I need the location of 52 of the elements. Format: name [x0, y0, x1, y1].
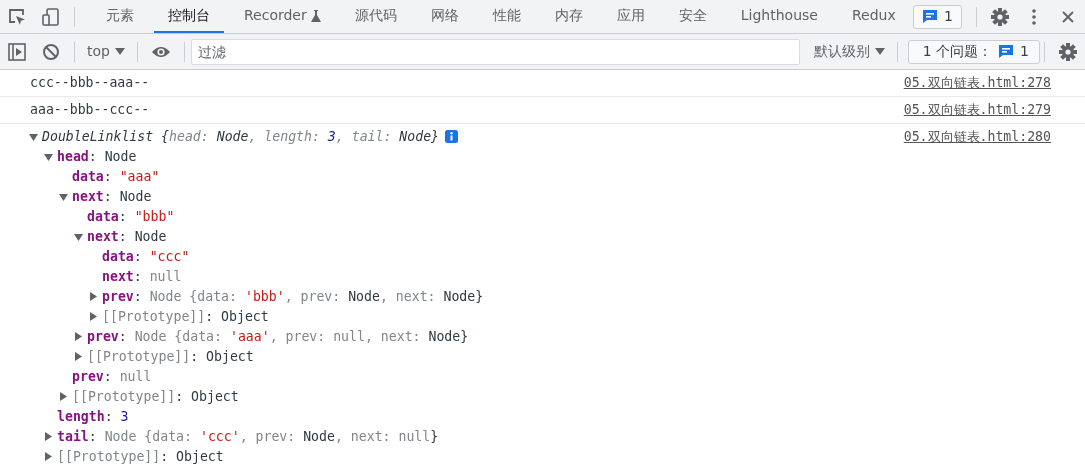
caret-icon: [114, 48, 125, 55]
message-icon: [922, 9, 939, 24]
property-line: next: Node: [87, 227, 167, 246]
message-icon: [998, 44, 1015, 59]
panel-tab[interactable]: 安全: [664, 0, 721, 33]
panel-tab[interactable]: 元素: [92, 0, 148, 33]
panel-tab[interactable]: 应用: [602, 0, 659, 33]
property-line: next: null: [102, 267, 182, 286]
property-line: [[Prototype]]: Object: [87, 347, 254, 366]
panel-tab[interactable]: Recorder: [230, 0, 335, 33]
property-line: [[Prototype]]: Object: [72, 387, 239, 406]
device-icon: [41, 7, 61, 27]
property-line: tail: Node {data: 'ccc', prev: Node, next: null}: [57, 427, 439, 446]
object-summary: DoubleLinklist {head: Node, length: 3, tail: Node}: [42, 127, 440, 146]
panel-tab[interactable]: 性能: [478, 0, 535, 33]
property-line: [[Prototype]]: Object: [57, 447, 224, 466]
source-link[interactable]: 05.双向链表.html:279: [903, 99, 1051, 120]
issues-button[interactable]: 1: [913, 4, 962, 29]
property-line: next: Node: [72, 187, 152, 206]
panel-tab[interactable]: Lighthouse: [726, 0, 832, 33]
log-level-dropdown[interactable]: 默认级别: [807, 41, 891, 62]
sidebar-icon: [8, 42, 26, 61]
property-line: data: "bbb": [87, 207, 175, 226]
eye-icon: [150, 44, 171, 59]
filter-field[interactable]: 过滤: [190, 38, 800, 65]
panel-tab[interactable]: 内存: [540, 0, 597, 33]
panel-tab[interactable]: 源代码: [340, 0, 411, 33]
property-line: prev: Node {data: 'aaa', prev: null, next: Node}: [87, 327, 469, 346]
caret-icon: [874, 48, 885, 55]
log-message: aaa--bbb--ccc--: [30, 100, 150, 119]
close-icon: [1062, 10, 1074, 23]
property-line: [[Prototype]]: Object: [102, 307, 269, 326]
settings-icon: [990, 6, 1010, 27]
info-icon: [445, 130, 459, 144]
clear-icon: [42, 42, 60, 61]
property-line: prev: null: [72, 367, 152, 386]
panel-tab[interactable]: Redux: [837, 0, 910, 33]
property-line: length: 3: [57, 407, 129, 426]
panel-tab[interactable]: 网络: [416, 0, 473, 33]
source-link[interactable]: 05.双向链表.html:280: [903, 126, 1051, 147]
log-message: ccc--bbb--aaa--: [30, 74, 150, 92]
context-dropdown[interactable]: top: [81, 41, 131, 62]
issues-button[interactable]: 1 个问题： 1: [907, 39, 1040, 64]
inspect-icon: [7, 7, 27, 27]
source-link[interactable]: 05.双向链表.html:278: [903, 73, 1051, 93]
property-line: prev: Node {data: 'bbb', prev: Node, next: Node}: [102, 287, 484, 306]
property-line: data: "aaa": [72, 167, 160, 186]
more-icon: [1032, 8, 1036, 25]
property-line: data: "ccc": [102, 247, 190, 266]
settings-icon: [1058, 41, 1078, 62]
flask-icon: [310, 9, 321, 22]
property-line: head: Node: [57, 147, 137, 166]
